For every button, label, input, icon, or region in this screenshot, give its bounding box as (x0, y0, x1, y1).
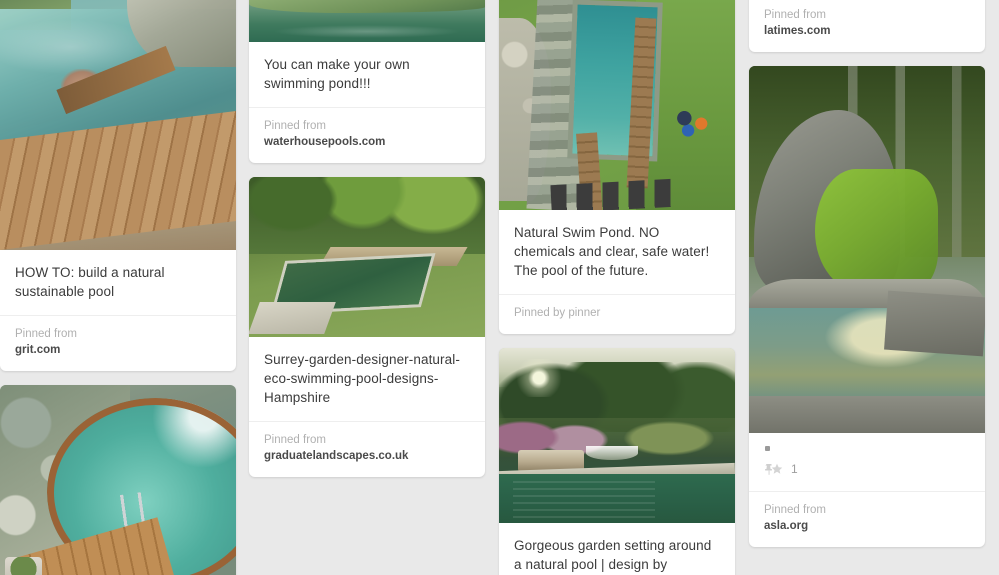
aerial-rectangular-swim-pond-photo[interactable] (499, 0, 735, 210)
pin-repin-stat[interactable]: 1 (764, 463, 970, 476)
surrey-eco-swimming-pool-garden-photo[interactable] (249, 177, 485, 337)
pin-source-link[interactable]: latimes.com (764, 23, 970, 39)
pin-card[interactable]: 1 Pinned from asla.org (749, 66, 985, 547)
pin-column-3: Natural Swim Pond. NO chemicals and clea… (499, 0, 735, 575)
pin-footer-label: Pinned from (264, 434, 327, 446)
pin-stats-area: 1 (749, 433, 985, 491)
pin-source-link[interactable]: asla.org (764, 518, 970, 534)
circular-turquoise-pool-deck-photo[interactable] (0, 385, 236, 575)
pin-source-link[interactable]: graduatelandscapes.co.uk (264, 448, 470, 464)
pin-card[interactable]: HOW TO: build a natural sustainable pool… (0, 0, 236, 371)
pin-title: HOW TO: build a natural sustainable pool (15, 265, 165, 299)
pin-column-1: HOW TO: build a natural sustainable pool… (0, 0, 236, 575)
pin-footer-label: Pinned from (264, 120, 327, 132)
pin-title-area: HOW TO: build a natural sustainable pool (0, 250, 236, 315)
pin-board: HOW TO: build a natural sustainable pool… (0, 0, 999, 575)
pin-footer-label: Pinned by pinner (514, 307, 601, 319)
mossy-boulder-forest-stone-pool-photo[interactable] (749, 66, 985, 433)
pin-title-area: Gorgeous garden setting around a natural… (499, 523, 735, 575)
green-swimming-pond-photo[interactable] (249, 0, 485, 42)
pin-title-area: You can make your own swimming pond!!! (249, 42, 485, 107)
pin-column-4: Pinned from latimes.com 1 Pinned from as… (749, 0, 985, 561)
pin-card[interactable]: Pinned from latimes.com (749, 0, 985, 52)
pin-footer[interactable]: Pinned from latimes.com (749, 0, 985, 52)
pin-card[interactable]: Surrey-garden-designer-natural-eco-swimm… (249, 177, 485, 477)
pin-title-area: Surrey-garden-designer-natural-eco-swimm… (249, 337, 485, 421)
pin-footer[interactable]: Pinned by pinner (499, 294, 735, 334)
pin-card[interactable]: You can make your own swimming pond!!! P… (249, 0, 485, 163)
pin-footer[interactable]: Pinned from graduatelandscapes.co.uk (249, 421, 485, 477)
pin-title: You can make your own swimming pond!!! (264, 57, 410, 91)
pin-footer[interactable]: Pinned from waterhousepools.com (249, 107, 485, 163)
pin-title: Surrey-garden-designer-natural-eco-swimm… (264, 352, 460, 405)
pin-card[interactable]: Natural Swim Pond. NO chemicals and clea… (499, 0, 735, 334)
pin-card[interactable]: Gorgeous garden setting around a natural… (499, 348, 735, 575)
garden-sofa-hammock-natural-pool-photo[interactable] (499, 348, 735, 523)
pin-title: Gorgeous garden setting around a natural… (514, 538, 712, 572)
pin-footer[interactable]: Pinned from grit.com (0, 315, 236, 371)
pin-column-2: You can make your own swimming pond!!! P… (249, 0, 485, 491)
pin-footer-label: Pinned from (764, 9, 827, 21)
pin-footer[interactable]: Pinned from asla.org (749, 491, 985, 547)
pin-title-area: Natural Swim Pond. NO chemicals and clea… (499, 210, 735, 294)
pin-title: Natural Swim Pond. NO chemicals and clea… (514, 225, 710, 278)
pin-stats-icon (764, 463, 786, 476)
pin-footer-label: Pinned from (15, 328, 78, 340)
natural-pool-bather-wood-deck-photo[interactable] (0, 0, 236, 250)
pin-footer-label: Pinned from (764, 504, 827, 516)
pin-repin-count: 1 (791, 462, 798, 476)
pin-source-link[interactable]: grit.com (15, 342, 221, 358)
pin-attribution-dot (765, 446, 770, 451)
pin-card[interactable] (0, 385, 236, 575)
pin-source-link[interactable]: waterhousepools.com (264, 134, 470, 150)
